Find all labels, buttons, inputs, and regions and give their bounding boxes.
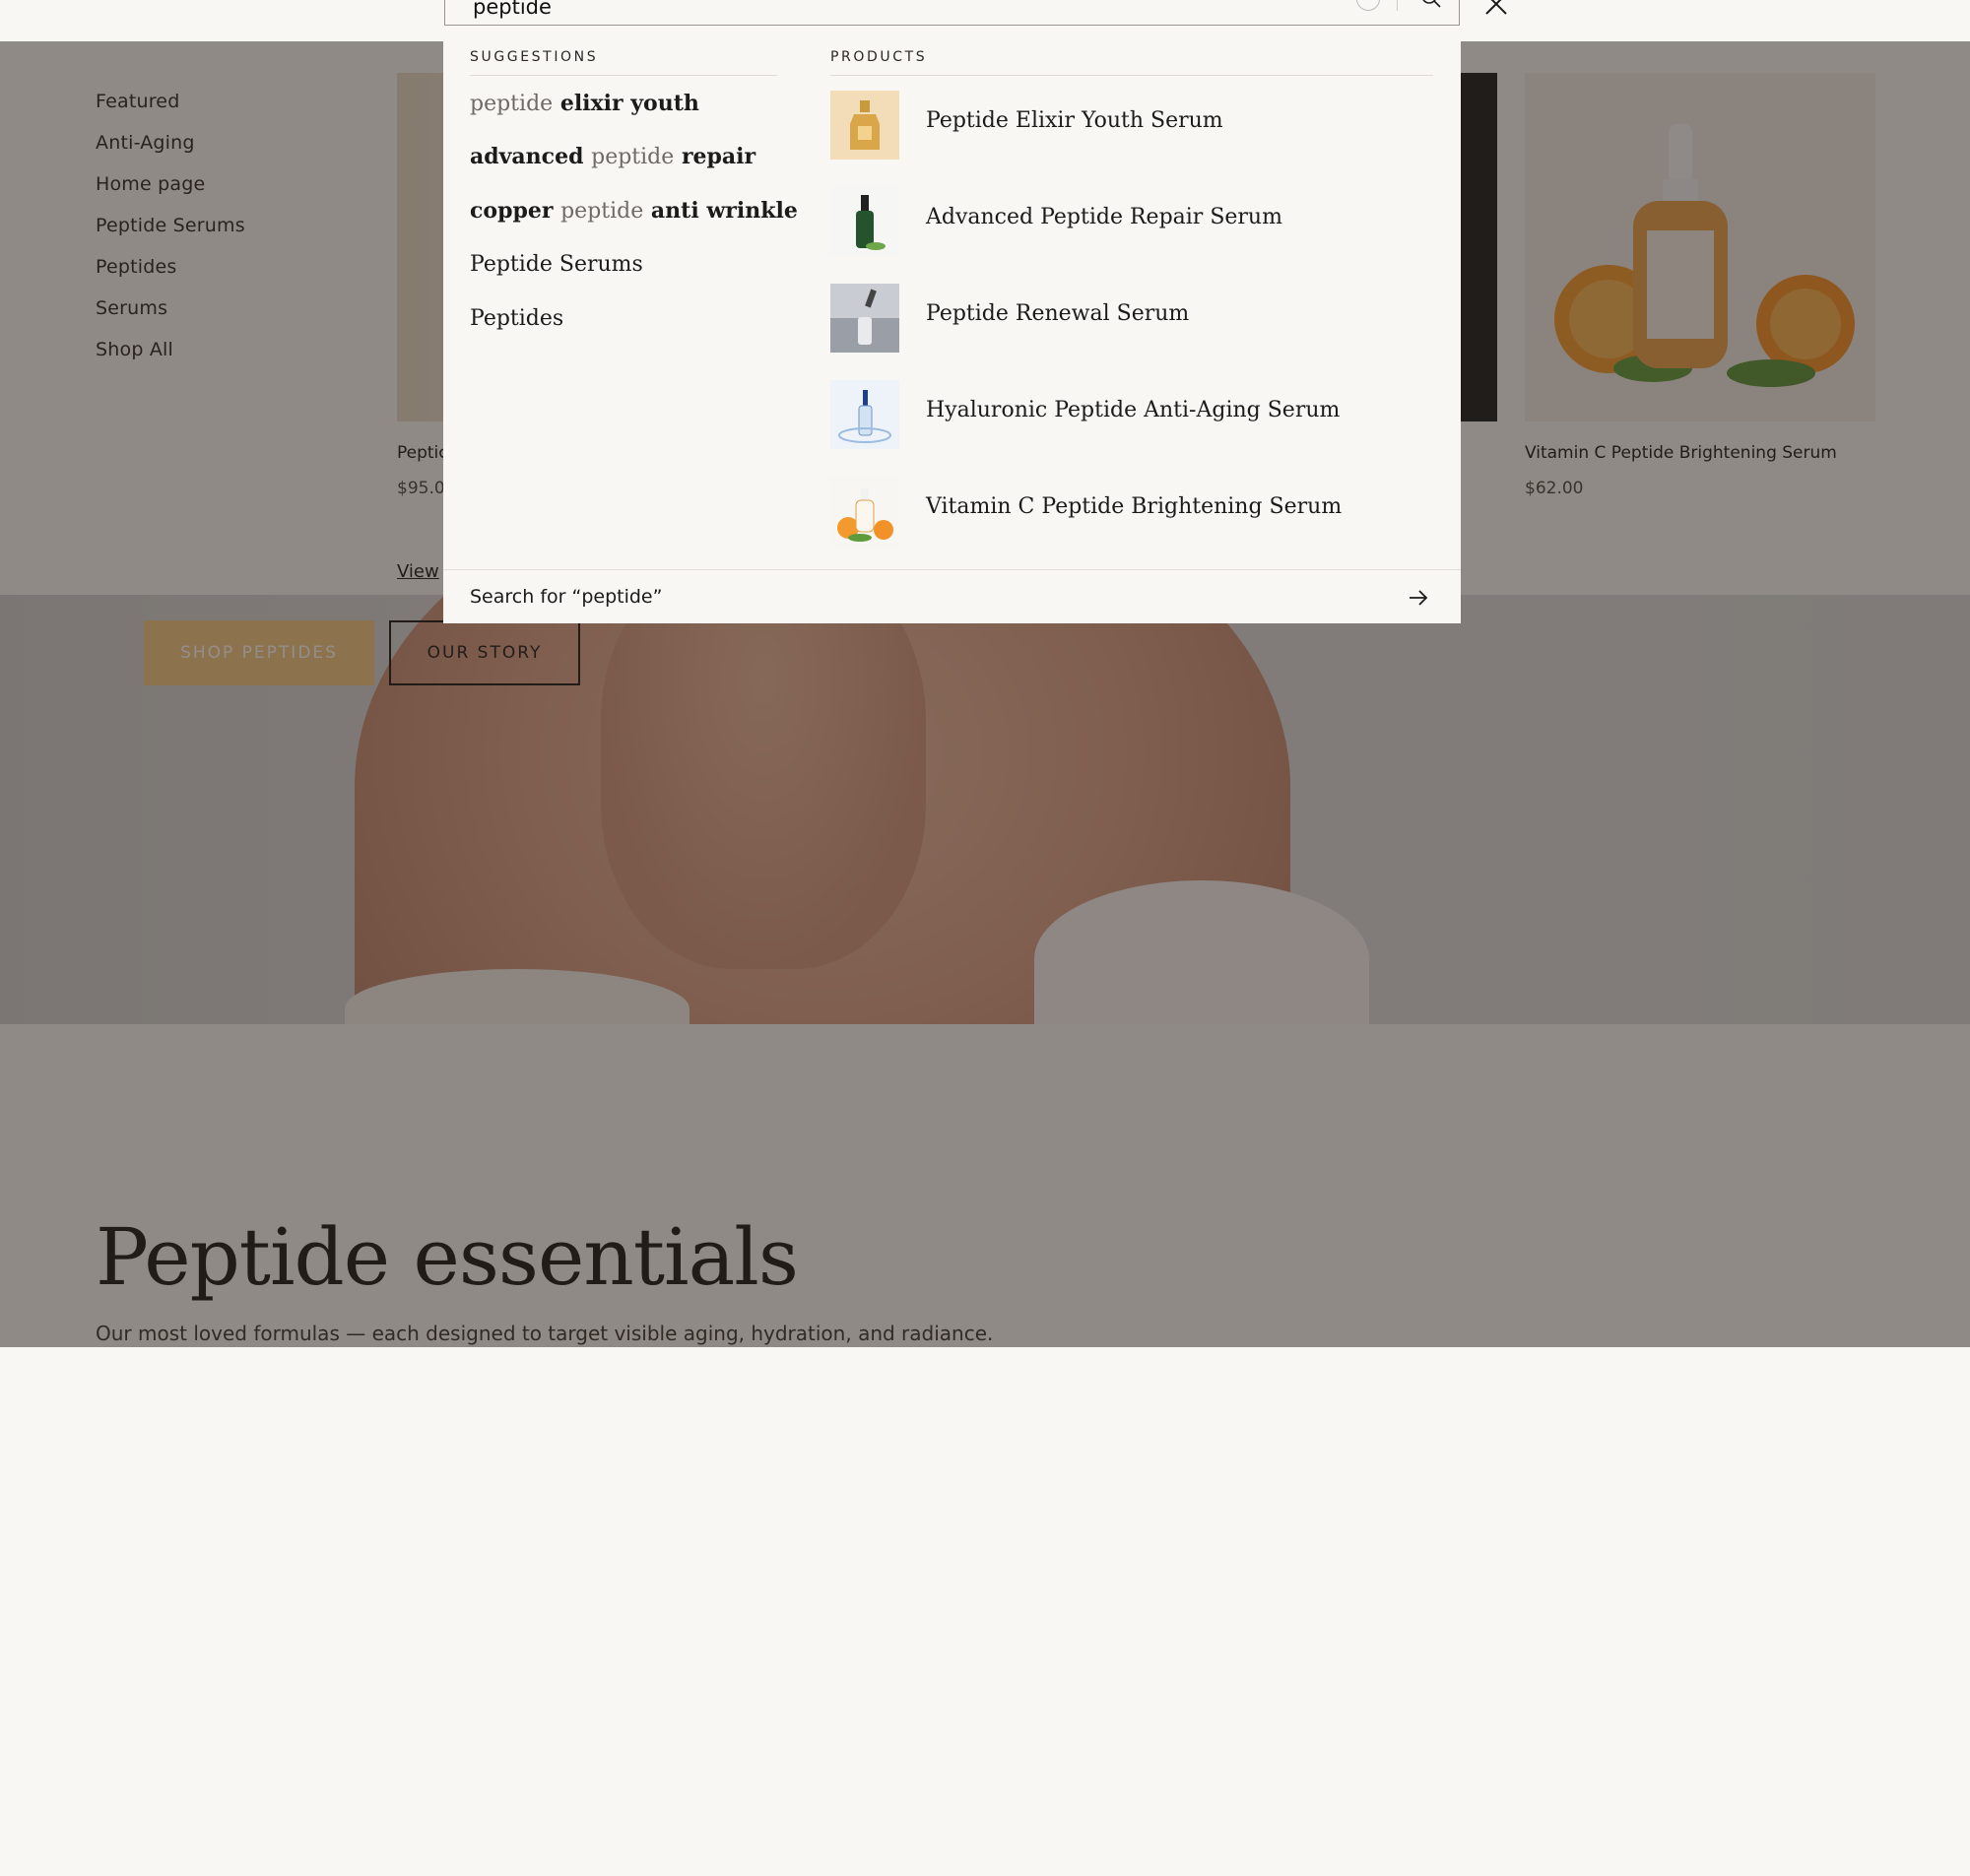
divider [1397,0,1398,11]
suggestion-text: elixir youth [553,91,699,116]
suggestion-item[interactable]: peptide elixir youth [470,91,699,116]
arrow-right-icon[interactable] [1408,587,1429,609]
product-result-name[interactable]: Peptide Renewal Serum [926,301,1189,326]
suggestion-item[interactable]: Peptide Serums [470,252,643,277]
suggestion-text: repair [674,144,756,169]
search-bar [444,0,1460,26]
suggestion-text: peptide [591,145,675,169]
product-result[interactable]: Hyaluronic Peptide Anti-Aging Serum [830,380,1433,449]
suggestion-text: anti wrinkle [643,198,798,224]
search-for-button[interactable]: Search for “peptide” [470,586,662,608]
suggestion-item[interactable]: advanced peptide repair [470,144,755,169]
suggestion-item[interactable]: Peptides [470,306,563,331]
divider [443,569,1461,570]
suggestion-text: copper [470,198,561,224]
clear-icon[interactable] [1356,0,1380,11]
green-dropper-bottle-icon [830,187,899,256]
orange-serum-bottle-icon [830,477,899,546]
suggestions-heading: SUGGESTIONS [470,49,599,65]
glass-dropper-icon [830,284,899,353]
gold-bottle-icon [830,91,899,160]
suggestion-item[interactable]: copper peptide anti wrinkle [470,198,798,224]
blue-splash-bottle-icon [830,380,899,449]
products-heading: PRODUCTS [830,49,928,65]
search-icon[interactable] [1420,0,1442,9]
product-result[interactable]: Peptide Elixir Youth Serum [830,91,1433,160]
suggestion-text: peptide [560,199,644,224]
suggestion-text: advanced [470,144,592,169]
product-result[interactable]: Peptide Renewal Serum [830,284,1433,353]
predictive-search-panel: SUGGESTIONS PRODUCTS peptide elixir yout… [443,41,1461,623]
product-result-name[interactable]: Peptide Elixir Youth Serum [926,108,1223,133]
suggestion-text: Peptide Serums [470,252,643,277]
product-result-name[interactable]: Advanced Peptide Repair Serum [926,205,1282,229]
product-result-name[interactable]: Vitamin C Peptide Brightening Serum [926,494,1342,519]
product-result-name[interactable]: Hyaluronic Peptide Anti-Aging Serum [926,398,1340,422]
divider [470,75,777,76]
search-input[interactable] [473,0,1261,19]
divider [830,75,1433,76]
suggestion-text: peptide [470,92,554,116]
product-result[interactable]: Advanced Peptide Repair Serum [830,187,1433,256]
close-icon[interactable] [1482,0,1510,18]
product-result[interactable]: Vitamin C Peptide Brightening Serum [830,477,1433,546]
suggestion-text: Peptides [470,306,564,331]
